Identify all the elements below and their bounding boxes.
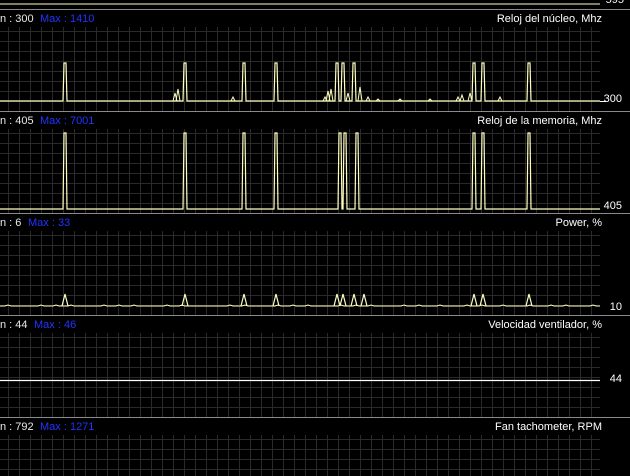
- current-value: 10: [609, 301, 622, 313]
- trace-bump: [459, 93, 465, 102]
- panel-fan-speed: n : 44 Max : 46 Velocidad ventilador, % …: [0, 317, 630, 418]
- panel-memory-clock: n : 405 Max : 7001 Reloj de la memoria, …: [0, 113, 630, 214]
- min-label: n : 405: [0, 115, 34, 127]
- max-label: Max : 1410: [40, 13, 95, 25]
- panel-title: Fan tachometer, RPM: [495, 421, 602, 433]
- min-label: n : 44: [0, 319, 28, 331]
- panel-header: n : 6 Max : 33 Power, %: [0, 215, 630, 231]
- panel-core-clock: n : 300 Max : 1410 Reloj del núcleo, Mhz…: [0, 11, 630, 112]
- graph-fan-speed: [0, 333, 630, 418]
- panel-header: n : 792 Max : 1271 Fan tachometer, RPM: [0, 419, 630, 435]
- panel-fan-tachometer: n : 792 Max : 1271 Fan tachometer, RPM: [0, 419, 630, 476]
- graph-fan-tachometer: [0, 435, 600, 476]
- max-label: Max : 33: [28, 217, 71, 229]
- current-value: 44: [609, 373, 622, 385]
- panel-header: n : 405 Max : 7001 Reloj de la memoria, …: [0, 113, 630, 129]
- max-label: Max : 1271: [40, 421, 95, 433]
- current-value: 300: [603, 93, 622, 105]
- graph-core-clock: [0, 27, 630, 112]
- max-label: Max : 46: [34, 319, 77, 331]
- top-partial-graph: 595: [0, 0, 630, 10]
- trace-bump: [328, 88, 334, 102]
- panel-title: Velocidad ventilador, %: [488, 319, 602, 331]
- graph-memory-clock: [0, 129, 630, 214]
- panel-title: Power, %: [555, 217, 602, 229]
- min-label: n : 300: [0, 13, 34, 25]
- graph-power: [0, 231, 630, 316]
- panel-header: n : 300 Max : 1410 Reloj del núcleo, Mhz: [0, 11, 630, 27]
- max-label: Max : 7001: [40, 115, 95, 127]
- top-partial-value: 595: [605, 0, 624, 6]
- min-label: n : 6: [0, 217, 22, 229]
- panel-title: Reloj del núcleo, Mhz: [496, 13, 602, 25]
- panel-title: Reloj de la memoria, Mhz: [477, 115, 602, 127]
- trace-line: [0, 132, 600, 210]
- panel-header: n : 44 Max : 46 Velocidad ventilador, %: [0, 317, 630, 333]
- panel-power: n : 6 Max : 33 Power, % 10: [0, 215, 630, 316]
- min-label: n : 792: [0, 421, 34, 433]
- current-value: 405: [603, 200, 622, 212]
- trace-bump: [175, 88, 181, 102]
